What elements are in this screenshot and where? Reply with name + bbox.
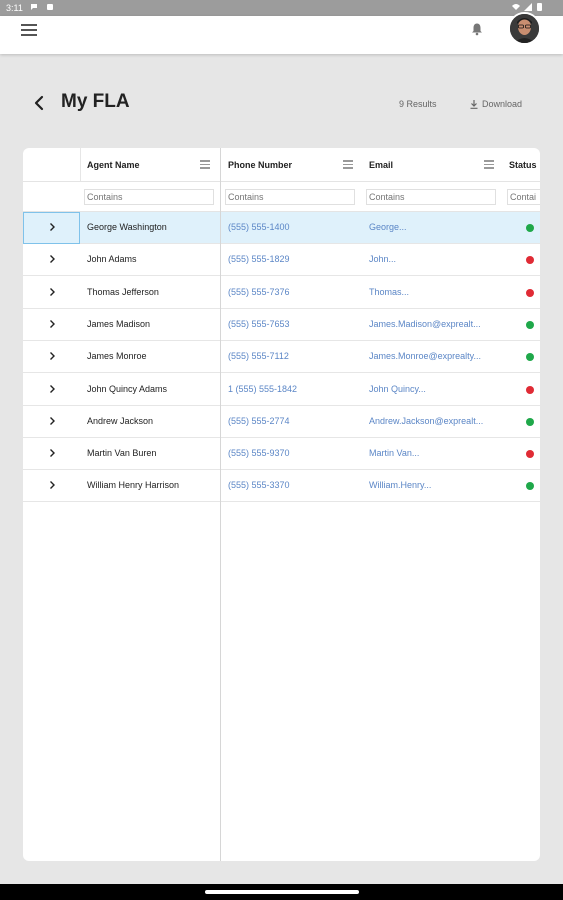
agent-name-cell: Thomas Jefferson bbox=[87, 286, 159, 297]
back-arrow-icon[interactable] bbox=[30, 94, 48, 112]
agent-name-cell: John Quincy Adams bbox=[87, 383, 168, 394]
status-time: 3:11 bbox=[6, 3, 23, 13]
email-link[interactable]: James.Madison@exprealt... bbox=[369, 309, 499, 340]
email-link[interactable]: Martin Van... bbox=[369, 438, 499, 469]
table-row[interactable]: William Henry Harrison (555) 555-3370 Will… bbox=[23, 470, 540, 503]
column-header-label: Phone Number bbox=[228, 159, 293, 170]
agent-name-cell: James Monroe bbox=[87, 351, 147, 362]
signal-icon bbox=[524, 3, 532, 11]
agent-name-cell: William Henry Harrison bbox=[87, 480, 180, 491]
agent-name-filter-input[interactable] bbox=[84, 189, 214, 205]
column-header-phone-number[interactable]: Phone Number bbox=[228, 148, 363, 181]
column-menu-icon[interactable] bbox=[484, 160, 494, 169]
email-link[interactable]: William.Henry... bbox=[369, 470, 499, 501]
notification-icon bbox=[47, 4, 53, 10]
phone-number-filter-input[interactable] bbox=[225, 189, 355, 205]
column-header-agent-name[interactable]: Agent Name bbox=[87, 148, 220, 181]
agent-name-cell: Andrew Jackson bbox=[87, 415, 154, 426]
download-label: Download bbox=[482, 99, 523, 109]
table-row[interactable]: Andrew Jackson (555) 555-2774 Andrew.Jacks… bbox=[23, 406, 540, 438]
agents-data-grid: Agent Name Phone Number Email Status Geo… bbox=[23, 148, 540, 861]
table-row[interactable]: John Quincy Adams 1 (555) 555-1842 John Qu… bbox=[23, 374, 540, 406]
expand-row-chevron-icon[interactable] bbox=[47, 448, 57, 458]
expand-row-chevron-icon[interactable] bbox=[47, 254, 57, 264]
avatar-photo bbox=[510, 14, 539, 43]
phone-number-link[interactable]: (555) 555-1829 bbox=[228, 244, 358, 275]
column-header-label: Status bbox=[509, 159, 537, 170]
hamburger-menu-icon[interactable] bbox=[21, 22, 37, 36]
expand-row-chevron-icon[interactable] bbox=[47, 287, 57, 297]
results-count: 9 Results bbox=[399, 99, 437, 109]
status-indicator-dot bbox=[526, 256, 534, 265]
table-row[interactable]: James Madison (555) 555-7653 James.Madison… bbox=[23, 309, 540, 341]
column-header-label: Email bbox=[369, 159, 394, 170]
agent-name-cell: James Madison bbox=[87, 318, 151, 329]
expand-row-chevron-icon[interactable] bbox=[47, 416, 57, 426]
home-gesture-handle[interactable] bbox=[205, 890, 359, 894]
column-menu-icon[interactable] bbox=[343, 160, 353, 169]
status-indicator-dot bbox=[526, 417, 534, 426]
expand-row-chevron-icon[interactable] bbox=[47, 384, 57, 394]
notifications-bell-icon[interactable] bbox=[470, 22, 484, 36]
download-icon bbox=[470, 99, 478, 109]
page-title: My FLA bbox=[61, 91, 130, 112]
expand-row-chevron-icon[interactable] bbox=[47, 222, 57, 232]
table-row[interactable]: George Washington (555) 555-1400 George... bbox=[23, 212, 540, 244]
email-link[interactable]: Thomas... bbox=[369, 277, 499, 308]
phone-number-link[interactable]: (555) 555-7112 bbox=[228, 341, 358, 372]
phone-number-link[interactable]: (555) 555-1400 bbox=[228, 212, 358, 243]
phone-number-link[interactable]: (555) 555-3370 bbox=[228, 470, 358, 501]
expand-row-chevron-icon[interactable] bbox=[47, 480, 57, 490]
status-indicator-dot bbox=[526, 385, 534, 394]
system-nav-bar bbox=[0, 884, 563, 900]
email-link[interactable]: George... bbox=[369, 212, 499, 243]
email-link[interactable]: John Quincy... bbox=[369, 374, 499, 405]
column-header-status[interactable]: Status bbox=[509, 148, 540, 181]
column-separator bbox=[80, 148, 81, 181]
phone-number-link[interactable]: 1 (555) 555-1842 bbox=[228, 374, 358, 405]
status-indicator-dot bbox=[526, 482, 534, 491]
table-row[interactable]: Thomas Jefferson (555) 555-7376 Thomas... bbox=[23, 277, 540, 309]
battery-icon bbox=[537, 3, 542, 11]
email-link[interactable]: James.Monroe@exprealty... bbox=[369, 341, 499, 372]
status-indicator-dot bbox=[526, 320, 534, 329]
status-indicator-dot bbox=[526, 288, 534, 297]
phone-number-link[interactable]: (555) 555-2774 bbox=[228, 406, 358, 437]
column-menu-icon[interactable] bbox=[200, 160, 210, 169]
agent-name-cell: George Washington bbox=[87, 222, 167, 232]
column-header-email[interactable]: Email bbox=[369, 148, 504, 181]
table-row[interactable]: James Monroe (555) 555-7112 James.Monroe@e… bbox=[23, 341, 540, 374]
status-indicator-dot bbox=[526, 224, 534, 232]
phone-number-link[interactable]: (555) 555-7653 bbox=[228, 309, 358, 340]
table-row[interactable]: John Adams (555) 555-1829 John... bbox=[23, 244, 540, 277]
agent-name-cell: John Adams bbox=[87, 254, 137, 265]
email-link[interactable]: John... bbox=[369, 244, 499, 275]
email-filter-input[interactable] bbox=[366, 189, 496, 205]
phone-number-link[interactable]: (555) 555-9370 bbox=[228, 438, 358, 469]
status-indicator-dot bbox=[526, 450, 534, 459]
user-avatar[interactable] bbox=[508, 12, 541, 45]
pinned-column-divider bbox=[220, 148, 221, 861]
email-link[interactable]: Andrew.Jackson@exprealt... bbox=[369, 406, 499, 437]
header-divider bbox=[23, 181, 540, 182]
column-header-label: Agent Name bbox=[87, 159, 140, 170]
message-icon bbox=[31, 4, 37, 10]
download-button[interactable]: Download bbox=[470, 99, 522, 109]
agent-name-cell: Martin Van Buren bbox=[87, 448, 157, 459]
expand-row-chevron-icon[interactable] bbox=[47, 351, 57, 361]
wifi-icon bbox=[512, 4, 520, 10]
app-bar bbox=[0, 12, 563, 54]
table-row[interactable]: Martin Van Buren (555) 555-9370 Martin Van… bbox=[23, 438, 540, 471]
status-filter-input[interactable] bbox=[507, 189, 540, 205]
phone-number-link[interactable]: (555) 555-7376 bbox=[228, 277, 358, 308]
status-indicator-dot bbox=[526, 353, 534, 362]
status-bar: 3:11 bbox=[0, 0, 563, 16]
expand-row-chevron-icon[interactable] bbox=[47, 319, 57, 329]
